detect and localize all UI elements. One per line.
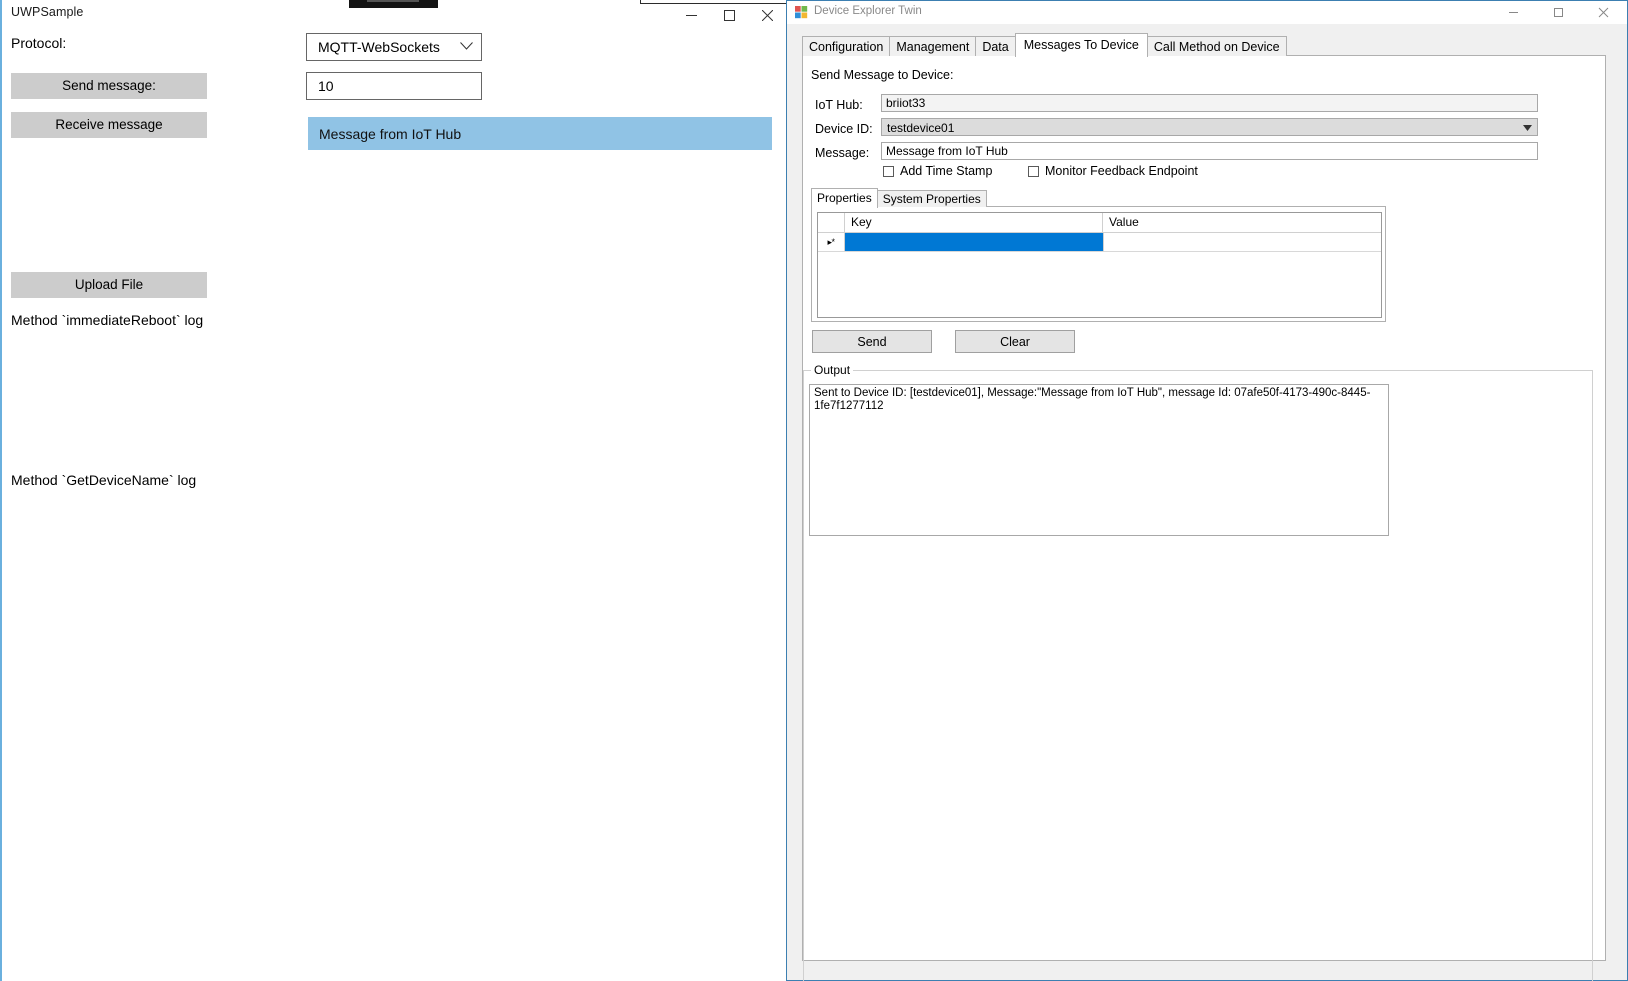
minimize-icon	[685, 14, 697, 16]
checkbox-box	[883, 165, 894, 177]
tab-call-method-on-device[interactable]: Call Method on Device	[1146, 36, 1287, 56]
chevron-down-icon	[460, 42, 473, 50]
subtab-system-properties[interactable]: System Properties	[876, 190, 987, 207]
tab-data[interactable]: Data	[975, 36, 1016, 56]
add-time-stamp-checkbox[interactable]: Add Time Stamp	[883, 164, 992, 178]
messages-to-device-panel: Send Message to Device: IoT Hub: Device …	[802, 55, 1606, 981]
get-device-name-log-label: Method `GetDeviceName` log	[11, 472, 197, 488]
tab-messages-to-device[interactable]: Messages To Device	[1014, 33, 1148, 57]
iot-hub-field[interactable]	[881, 94, 1538, 112]
output-textbox[interactable]: Sent to Device ID: [testdevice01], Messa…	[809, 384, 1389, 536]
message-field[interactable]	[881, 142, 1538, 160]
checkbox-box	[1028, 165, 1039, 177]
output-group-legend: Output	[811, 363, 854, 377]
immediate-reboot-log-label: Method `immediateReboot` log	[11, 312, 204, 328]
grid-new-row-marker: ▸*	[818, 233, 845, 251]
close-icon	[761, 9, 773, 21]
properties-panel: Key Value ▸*	[811, 206, 1386, 322]
uwp-sample-window: UWPSample Protocol: Send message: Receiv…	[0, 0, 932, 981]
device-explorer-title: Device Explorer Twin	[814, 5, 922, 17]
message-label: Message:	[815, 146, 870, 160]
tab-configuration[interactable]: Configuration	[802, 36, 891, 56]
receive-message-button[interactable]: Receive message	[11, 112, 207, 138]
grid-header-row: Key Value	[818, 213, 1381, 233]
grid-column-header-key[interactable]: Key	[845, 213, 1103, 232]
table-row[interactable]: ▸*	[818, 233, 1381, 252]
overlay-drag-handle	[367, 0, 419, 2]
device-explorer-minimize-button[interactable]	[1491, 1, 1536, 24]
iot-hub-label: IoT Hub:	[815, 98, 863, 112]
overlay-drag-bar	[349, 0, 438, 8]
clear-button[interactable]: Clear	[955, 330, 1075, 353]
maximize-icon	[1554, 8, 1563, 17]
uwp-client-area: Protocol: Send message: Receive message …	[2, 30, 812, 981]
uwp-close-button[interactable]	[744, 0, 790, 30]
properties-grid[interactable]: Key Value ▸*	[817, 212, 1382, 318]
application-icon	[795, 6, 808, 19]
device-id-selected-value: testdevice01	[887, 121, 955, 135]
monitor-feedback-endpoint-label: Monitor Feedback Endpoint	[1045, 164, 1198, 178]
uwp-window-title: UWPSample	[11, 5, 84, 19]
screen-root: UWPSample Protocol: Send message: Receiv…	[0, 0, 1628, 981]
output-text: Sent to Device ID: [testdevice01], Messa…	[814, 387, 1371, 412]
protocol-combobox[interactable]: MQTT-WebSockets	[306, 33, 482, 61]
output-group: Output Sent to Device ID: [testdevice01]…	[803, 363, 1593, 981]
subtab-properties[interactable]: Properties	[811, 188, 878, 208]
device-explorer-maximize-button[interactable]	[1536, 1, 1581, 24]
received-messages-list[interactable]: Message from IoT Hub	[308, 117, 772, 150]
list-item[interactable]: Message from IoT Hub	[308, 117, 772, 150]
minimize-icon	[1509, 12, 1518, 13]
grid-column-header-value[interactable]: Value	[1103, 213, 1381, 232]
device-id-combobox[interactable]: testdevice01	[881, 118, 1538, 136]
device-explorer-window: Device Explorer Twin Configuration Manag…	[786, 0, 1628, 981]
tab-management[interactable]: Management	[889, 36, 977, 56]
close-icon	[1598, 7, 1609, 18]
message-count-input[interactable]	[306, 72, 482, 100]
send-message-button[interactable]: Send message:	[11, 73, 207, 99]
device-id-label: Device ID:	[815, 122, 873, 136]
section-title: Send Message to Device:	[811, 68, 954, 82]
send-button[interactable]: Send	[812, 330, 932, 353]
device-explorer-close-button[interactable]	[1581, 1, 1626, 24]
protocol-selected-value: MQTT-WebSockets	[318, 39, 440, 55]
grid-cell-key[interactable]	[845, 233, 1103, 251]
properties-tabstrip: Properties System Properties	[811, 187, 987, 208]
grid-corner-cell[interactable]	[818, 213, 845, 232]
maximize-icon	[723, 9, 735, 21]
upload-file-button[interactable]: Upload File	[11, 272, 207, 298]
grid-cell-value[interactable]	[1103, 233, 1381, 251]
main-tabstrip: Configuration Management Data Messages T…	[802, 33, 1287, 57]
monitor-feedback-endpoint-checkbox[interactable]: Monitor Feedback Endpoint	[1028, 164, 1198, 178]
protocol-label: Protocol:	[11, 35, 67, 51]
add-time-stamp-label: Add Time Stamp	[900, 164, 993, 178]
device-explorer-titlebar[interactable]: Device Explorer Twin	[787, 1, 1627, 24]
chevron-down-icon	[1523, 125, 1532, 131]
